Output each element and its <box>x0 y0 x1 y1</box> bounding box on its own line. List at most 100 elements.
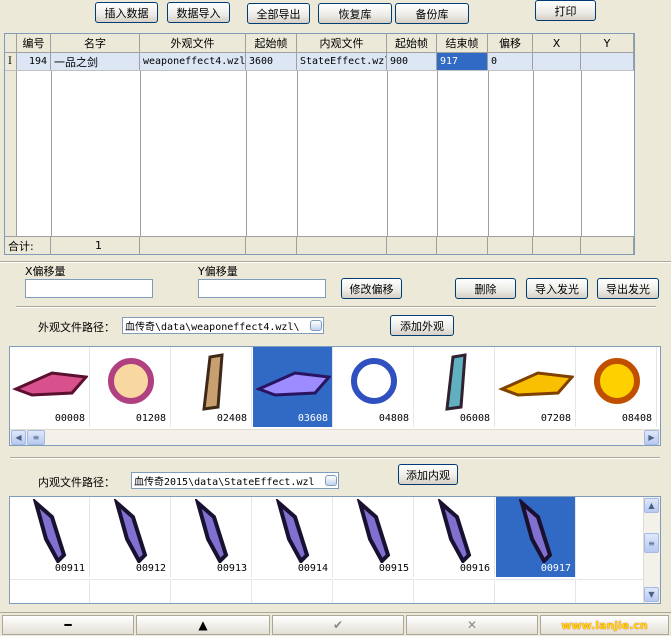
outer-thumbnail[interactable]: 02408 <box>172 347 252 427</box>
outer-thumbnail[interactable]: 03608 <box>253 347 333 427</box>
scroll-up-icon[interactable]: ▲ <box>644 498 659 513</box>
inner-thumbnail[interactable]: 00914 <box>253 497 333 577</box>
thumbnail-frame-number: 03608 <box>297 413 328 424</box>
inner-thumbnail[interactable]: 00913 <box>172 497 252 577</box>
thumbnail-frame-number: 00915 <box>378 563 409 574</box>
restore-db-button[interactable]: 恢复库 <box>318 3 392 24</box>
previous-record-button[interactable]: ▲ <box>136 615 270 635</box>
inner-path-label: 内观文件路径： <box>38 476 115 489</box>
col-header-x[interactable]: X <box>533 34 581 52</box>
dropdown-arrow-icon[interactable] <box>325 475 337 486</box>
y-offset-input[interactable] <box>198 279 326 298</box>
cell-id[interactable]: 194 <box>17 53 51 70</box>
export-all-button[interactable]: 全部导出 <box>247 3 310 24</box>
thumbnail-frame-number: 00911 <box>54 563 85 574</box>
outer-thumbnail[interactable]: 08408 <box>577 347 657 427</box>
grid-corner <box>5 34 17 52</box>
scroll-thumb[interactable]: ≡ <box>644 533 659 553</box>
inner-vertical-scrollbar[interactable]: ▲ ≡ ▼ <box>643 497 660 603</box>
cell-y[interactable] <box>581 53 634 70</box>
inner-thumbnail[interactable]: 00915 <box>334 497 414 577</box>
inner-thumbnail[interactable] <box>334 579 414 603</box>
thumbnail-frame-number: 04808 <box>378 413 409 424</box>
data-import-button[interactable]: 数据导入 <box>167 2 230 23</box>
outer-thumbnail[interactable]: 00008 <box>10 347 90 427</box>
thumbnail-frame-number: 00914 <box>297 563 328 574</box>
data-grid[interactable]: 编号 名字 外观文件 起始帧 内观文件 起始帧 结束帧 偏移 X Y I 194… <box>4 33 635 255</box>
cancel-edit-button[interactable]: ✕ <box>406 615 538 635</box>
inner-thumbnail[interactable] <box>496 579 576 603</box>
modify-offset-button[interactable]: 修改偏移 <box>341 278 402 299</box>
inner-thumbnail[interactable] <box>10 579 90 603</box>
dropdown-arrow-icon[interactable] <box>310 320 322 331</box>
outer-path-dropdown[interactable]: \血传奇\data\weaponeffect4.wzl <box>122 317 324 334</box>
grid-header: 编号 名字 外观文件 起始帧 内观文件 起始帧 结束帧 偏移 X Y <box>5 34 634 53</box>
inner-thumbnail-strip[interactable]: 00911 00912 00913 00914 00915 00916 00917 ▲ ≡ … <box>9 496 661 604</box>
cell-inner-start-frame[interactable]: 900 <box>387 53 437 70</box>
outer-thumbnail-strip[interactable]: 00008 01208 02408 03608 04808 06008 07208 08408… <box>9 346 661 446</box>
thumbnail-frame-number: 00913 <box>216 563 247 574</box>
grid-body <box>5 71 634 236</box>
thumbnail-frame-number: 06008 <box>459 413 490 424</box>
cell-start-frame[interactable]: 3600 <box>246 53 297 70</box>
post-edit-button[interactable]: ✔ <box>272 615 404 635</box>
table-row[interactable]: I 194 一品之剑 weaponeffect4.wzl 3600 StateE… <box>5 53 634 71</box>
outer-path-value: \血传奇\data\weaponeffect4.wzl <box>125 322 300 333</box>
outer-thumbnail[interactable]: 06008 <box>415 347 495 427</box>
print-button[interactable]: 打印 <box>535 0 596 21</box>
cell-name[interactable]: 一品之剑 <box>51 53 140 70</box>
outer-path-label: 外观文件路径： <box>38 321 115 334</box>
col-header-id[interactable]: 编号 <box>17 34 51 52</box>
record-navigator: ━ ▲ ✔ ✕ www.lanjie.cn <box>0 612 671 636</box>
col-header-outer-file[interactable]: 外观文件 <box>140 34 246 52</box>
thumbnail-frame-number: 00912 <box>135 563 166 574</box>
col-header-inner-file[interactable]: 内观文件 <box>297 34 387 52</box>
inner-thumbnail[interactable]: 00912 <box>91 497 171 577</box>
thumbnail-frame-number: 00008 <box>54 413 85 424</box>
scroll-thumb[interactable]: ≡ <box>27 430 45 445</box>
inner-thumbnail[interactable] <box>253 579 333 603</box>
import-glow-button[interactable]: 导入发光 <box>526 278 588 299</box>
inner-thumbnail[interactable]: 00917 <box>496 497 576 577</box>
export-glow-button[interactable]: 导出发光 <box>597 278 659 299</box>
col-header-inner-start-frame[interactable]: 起始帧 <box>387 34 437 52</box>
inner-thumbnail[interactable] <box>91 579 171 603</box>
add-outer-button[interactable]: 添加外观 <box>390 315 454 336</box>
scroll-left-icon[interactable]: ◀ <box>11 430 26 445</box>
insert-data-button[interactable]: 插入数据 <box>95 2 158 23</box>
scroll-right-icon[interactable]: ▶ <box>644 430 659 445</box>
col-header-y[interactable]: Y <box>581 34 634 52</box>
cell-outer-file[interactable]: weaponeffect4.wzl <box>140 53 246 70</box>
backup-db-button[interactable]: 备份库 <box>395 3 469 24</box>
scroll-down-icon[interactable]: ▼ <box>644 587 659 602</box>
cell-x[interactable] <box>533 53 581 70</box>
cell-end-frame[interactable]: 917 <box>437 53 488 70</box>
watermark-text: www.lanjie.cn <box>561 618 648 632</box>
x-offset-input[interactable] <box>25 279 153 298</box>
footer-total-label: 合计: <box>5 237 51 254</box>
refresh-button[interactable]: www.lanjie.cn <box>540 615 669 635</box>
delete-record-button[interactable]: ━ <box>2 615 134 635</box>
delete-button[interactable]: 删除 <box>455 278 516 299</box>
inner-thumbnail[interactable] <box>172 579 252 603</box>
thumbnail-frame-number: 00916 <box>459 563 490 574</box>
outer-horizontal-scrollbar[interactable]: ◀ ≡ ▶ <box>10 429 660 445</box>
inner-path-value: 血传奇2015\data\StateEffect.wzl <box>134 477 315 488</box>
inner-thumbnail[interactable] <box>415 579 495 603</box>
cell-inner-file[interactable]: StateEffect.wzl <box>297 53 387 70</box>
col-header-name[interactable]: 名字 <box>51 34 140 52</box>
outer-thumbnail[interactable]: 01208 <box>91 347 171 427</box>
col-header-offset[interactable]: 偏移 <box>488 34 533 52</box>
thumbnail-frame-number: 01208 <box>135 413 166 424</box>
inner-path-dropdown[interactable]: 血传奇2015\data\StateEffect.wzl <box>131 472 339 489</box>
outer-thumbnail[interactable]: 04808 <box>334 347 414 427</box>
outer-thumbnail[interactable]: 07208 <box>496 347 576 427</box>
inner-thumbnail[interactable]: 00911 <box>10 497 90 577</box>
col-header-start-frame[interactable]: 起始帧 <box>246 34 297 52</box>
inner-thumbnail[interactable]: 00916 <box>415 497 495 577</box>
cell-offset[interactable]: 0 <box>488 53 533 70</box>
add-inner-button[interactable]: 添加内观 <box>398 464 458 485</box>
x-offset-label: X偏移量 <box>25 265 66 278</box>
col-header-end-frame[interactable]: 结束帧 <box>437 34 488 52</box>
footer-total-count: 1 <box>51 237 140 254</box>
